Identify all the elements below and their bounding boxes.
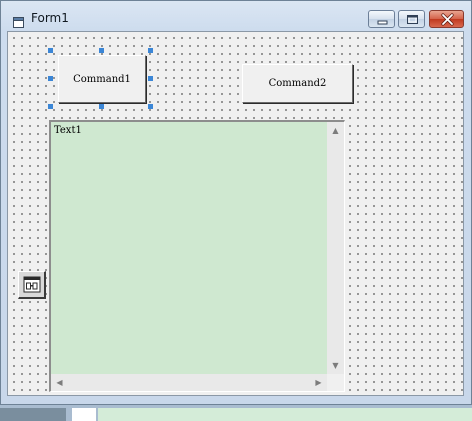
selection-handle[interactable] <box>48 104 53 109</box>
title-bar[interactable]: Form1 <box>1 1 471 31</box>
maximize-icon <box>407 15 418 24</box>
window-title: Form1 <box>31 11 69 25</box>
maximize-button[interactable] <box>398 10 425 28</box>
timer-control[interactable] <box>18 271 46 299</box>
scroll-right-arrow-icon[interactable]: ▶ <box>310 374 327 391</box>
strip-segment <box>0 408 66 421</box>
background-strip <box>0 405 472 421</box>
close-icon <box>441 13 454 26</box>
scroll-down-arrow-icon[interactable]: ▼ <box>327 357 344 374</box>
strip-segment <box>72 408 96 421</box>
text1-value: Text1 <box>54 125 82 136</box>
selection-handle[interactable] <box>99 48 104 53</box>
selection-handle[interactable] <box>48 48 53 53</box>
strip-segment <box>98 408 472 421</box>
scroll-up-arrow-icon[interactable]: ▲ <box>327 122 344 139</box>
selection-handle[interactable] <box>148 76 153 81</box>
command2-label: Command2 <box>268 78 327 89</box>
scroll-left-arrow-icon[interactable]: ◀ <box>51 374 68 391</box>
timer-control-icon <box>23 276 41 293</box>
scrollbar-corner <box>327 374 344 391</box>
selection-handle[interactable] <box>148 48 153 53</box>
command2-button[interactable]: Command2 <box>242 64 353 103</box>
command1-label: Command1 <box>73 73 131 85</box>
horizontal-scrollbar[interactable]: ◀ ▶ <box>51 374 327 391</box>
form-design-surface[interactable]: Command1 Command2 Text1 ▲ ▼ ◀ ▶ <box>7 31 464 396</box>
form-icon <box>13 13 24 28</box>
close-button[interactable] <box>429 10 464 28</box>
minimize-button[interactable] <box>368 10 395 28</box>
vertical-scrollbar[interactable]: ▲ ▼ <box>327 122 344 374</box>
minimize-icon <box>377 20 388 25</box>
command1-button[interactable]: Command1 <box>58 55 146 103</box>
selection-handle[interactable] <box>48 76 53 81</box>
selection-handle[interactable] <box>148 104 153 109</box>
selection-handle[interactable] <box>99 104 104 109</box>
text1-textbox[interactable]: Text1 ▲ ▼ ◀ ▶ <box>49 120 345 392</box>
form-window: Form1 Command1 Command2 Text1 ▲ ▼ ◀ ▶ <box>0 0 472 405</box>
